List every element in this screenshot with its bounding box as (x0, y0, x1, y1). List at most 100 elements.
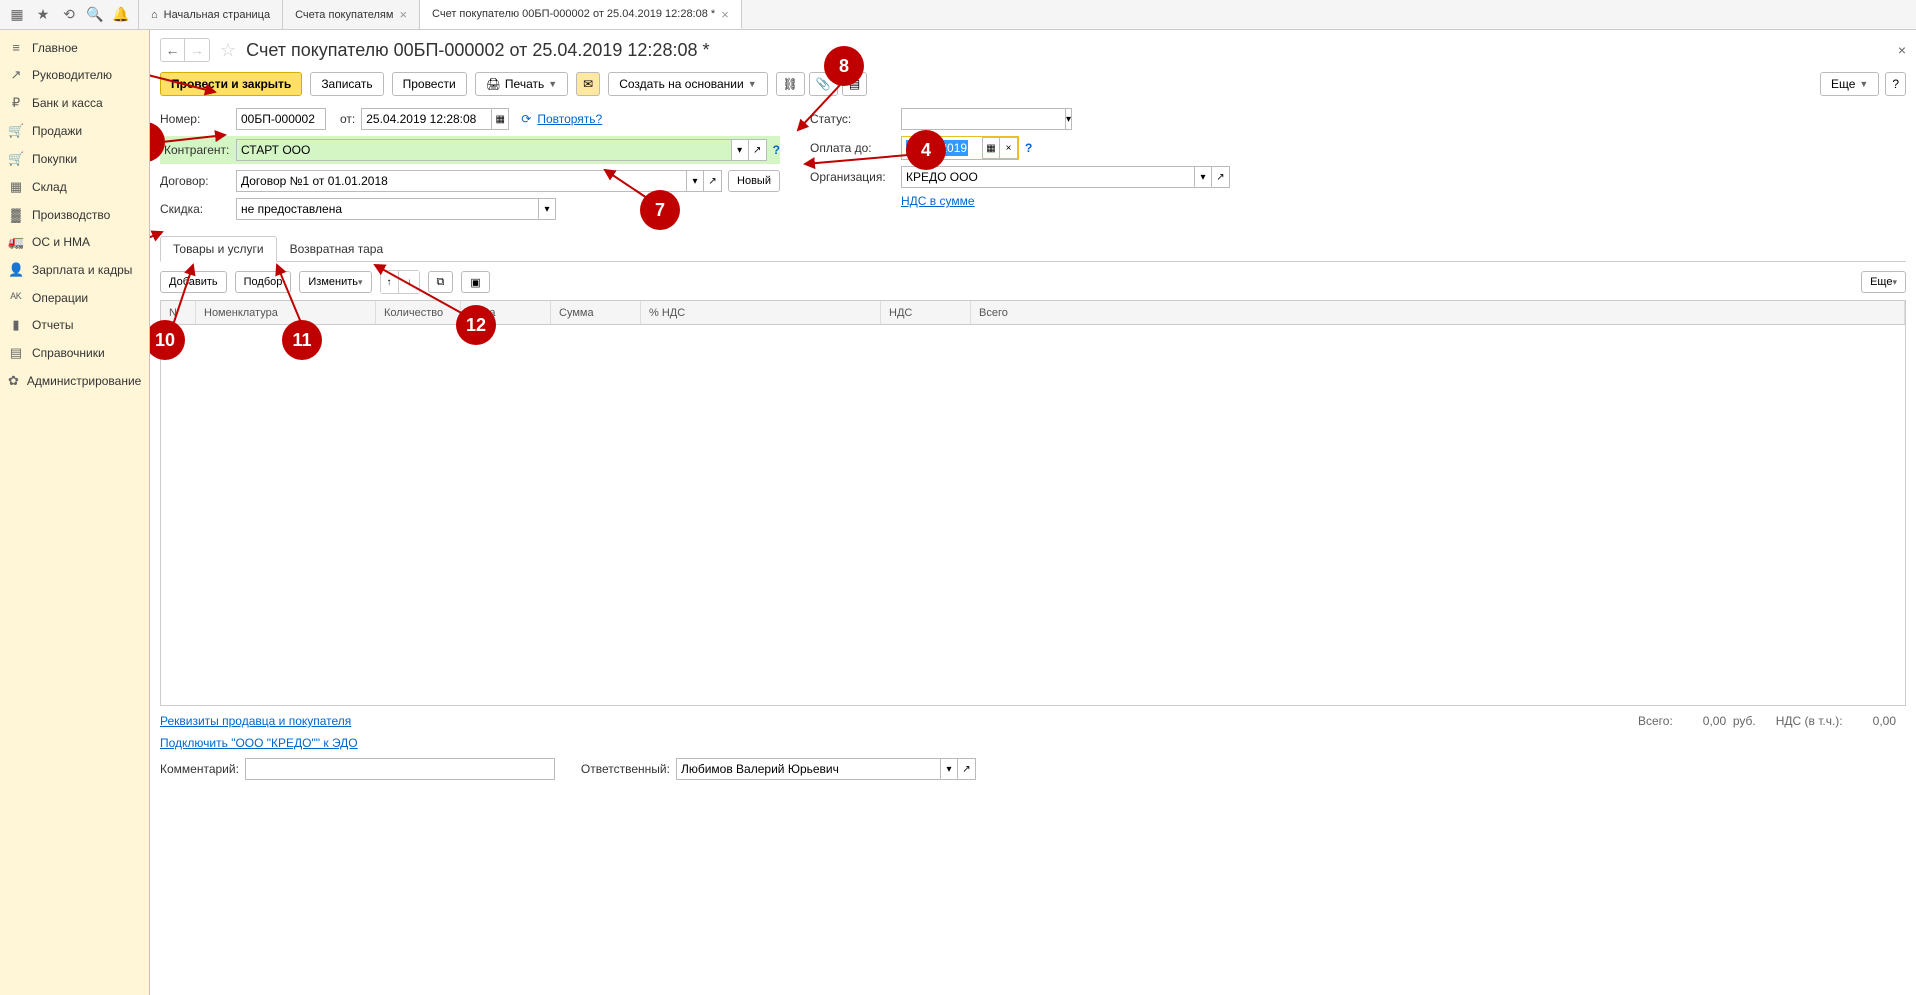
bell-icon[interactable]: 🔔 (108, 2, 134, 28)
table-body[interactable] (161, 325, 1905, 705)
help-button[interactable]: ? (1885, 72, 1906, 96)
responsible-label: Ответственный: (581, 762, 670, 776)
seller-details-link[interactable]: Реквизиты продавца и покупателя (160, 714, 351, 728)
doc-tabs: Товары и услуги Возвратная тара (160, 236, 1906, 262)
open-button[interactable]: ↗ (749, 139, 767, 161)
home-icon: ⌂ (151, 9, 158, 21)
clear-button[interactable]: × (1000, 137, 1018, 159)
sidebar-item-main[interactable]: ≡Главное (0, 34, 149, 61)
cart-icon: 🛒 (8, 123, 24, 139)
open-button[interactable]: ↗ (704, 170, 722, 192)
date-input[interactable] (361, 108, 491, 130)
sidebar-item-sales[interactable]: 🛒Продажи (0, 117, 149, 145)
comment-input[interactable] (245, 758, 555, 780)
top-bar: ▦ ★ ⟲ 🔍 🔔 ⌂ Начальная страница Счета пок… (0, 0, 1916, 30)
calendar-button[interactable]: ▦ (491, 108, 509, 130)
open-button[interactable]: ↗ (1212, 166, 1230, 188)
org-label: Организация: (810, 170, 895, 184)
chevron-down-icon: ▾ (1892, 277, 1897, 288)
from-label: от: (340, 112, 355, 126)
help-icon[interactable]: ? (773, 143, 780, 157)
discount-input[interactable] (236, 198, 538, 220)
tab-goods[interactable]: Товары и услуги (160, 236, 277, 262)
favorites-icon[interactable]: ★ (30, 2, 56, 28)
chevron-down-icon: ▼ (1859, 79, 1868, 89)
open-button[interactable]: ↗ (958, 758, 976, 780)
paste-icon: ▣ (470, 276, 480, 289)
new-contract-button[interactable]: Новый (728, 170, 780, 192)
sidebar-label: Операции (32, 291, 88, 305)
tab-label: Счет покупателю 00БП-000002 от 25.04.201… (432, 8, 715, 20)
tab-home[interactable]: ⌂ Начальная страница (138, 0, 283, 29)
sidebar-item-salary[interactable]: 👤Зарплата и кадры (0, 256, 149, 284)
sidebar-item-reports[interactable]: ▮Отчеты (0, 311, 149, 339)
status-input[interactable] (901, 108, 1065, 130)
sidebar-item-operations[interactable]: ᴬᴷОперации (0, 284, 149, 311)
save-button[interactable]: Записать (310, 72, 383, 96)
responsible-input[interactable] (676, 758, 940, 780)
sidebar-item-production[interactable]: ▓Производство (0, 201, 149, 228)
sidebar-item-manager[interactable]: ↗Руководителю (0, 61, 149, 89)
select-button[interactable]: ▾ (1065, 108, 1072, 130)
close-icon: × (1006, 143, 1012, 154)
envelope-icon: ✉ (583, 77, 593, 91)
annotation-marker-12: 12 (456, 305, 496, 345)
select-button[interactable]: ▾ (940, 758, 958, 780)
close-icon[interactable]: × (399, 7, 407, 22)
number-input[interactable] (236, 108, 326, 130)
table-more-button[interactable]: Еще ▾ (1861, 271, 1906, 293)
more-button[interactable]: Еще▼ (1820, 72, 1879, 96)
search-icon[interactable]: 🔍 (82, 2, 108, 28)
repeat-icon: ⟳ (521, 112, 531, 126)
tab-containers[interactable]: Возвратная тара (277, 236, 397, 262)
window-tabs: ⌂ Начальная страница Счета покупателям ×… (138, 0, 742, 29)
sidebar-item-warehouse[interactable]: ▦Склад (0, 173, 149, 201)
calendar-button[interactable]: ▦ (982, 137, 1000, 159)
history-icon[interactable]: ⟲ (56, 2, 82, 28)
select-button[interactable]: ▾ (731, 139, 749, 161)
org-input[interactable] (901, 166, 1194, 188)
truck-icon: 🚛 (8, 234, 24, 250)
person-icon: 👤 (8, 262, 24, 278)
close-icon[interactable]: × (721, 7, 729, 22)
create-based-button[interactable]: Создать на основании▼ (608, 72, 767, 96)
counterparty-input[interactable] (236, 139, 731, 161)
discount-label: Скидка: (160, 202, 230, 216)
repeat-link[interactable]: Повторять? (537, 112, 602, 126)
content-area: ← → ☆ Счет покупателю 00БП-000002 от 25.… (150, 30, 1916, 995)
sidebar-item-admin[interactable]: ✿Администрирование (0, 367, 149, 395)
select-button[interactable]: ▾ (686, 170, 704, 192)
number-label: Номер: (160, 112, 230, 126)
open-icon: ↗ (962, 764, 970, 775)
envelope-button[interactable]: ✉ (576, 72, 600, 96)
chevron-down-icon: ▾ (544, 204, 549, 215)
apps-icon[interactable]: ▦ (4, 2, 30, 28)
help-icon[interactable]: ? (1025, 141, 1032, 155)
back-button[interactable]: ← (161, 39, 185, 61)
print-button[interactable]: 🖨Печать▼ (475, 72, 568, 96)
vat-link[interactable]: НДС в сумме (901, 194, 975, 208)
col-vat-pct[interactable]: % НДС (641, 301, 881, 324)
tab-current-doc[interactable]: Счет покупателю 00БП-000002 от 25.04.201… (420, 0, 742, 29)
sidebar-item-assets[interactable]: 🚛ОС и НМА (0, 228, 149, 256)
sidebar-label: Банк и касса (32, 96, 103, 110)
col-total[interactable]: Всего (971, 301, 1905, 324)
col-sum[interactable]: Сумма (551, 301, 641, 324)
star-icon[interactable]: ☆ (220, 40, 236, 61)
sidebar-item-purchases[interactable]: 🛒Покупки (0, 145, 149, 173)
sidebar-item-catalogs[interactable]: ▤Справочники (0, 339, 149, 367)
items-table: N Номенклатура Количество Цена Сумма % Н… (160, 300, 1906, 706)
tab-invoices[interactable]: Счета покупателям × (283, 0, 420, 29)
chevron-down-icon: ▼ (548, 79, 557, 89)
select-button[interactable]: ▾ (1194, 166, 1212, 188)
sidebar-item-bank[interactable]: ₽Банк и касса (0, 89, 149, 117)
post-button[interactable]: Провести (392, 72, 467, 96)
col-vat[interactable]: НДС (881, 301, 971, 324)
annotation-marker-11: 11 (282, 320, 322, 360)
forward-button[interactable]: → (185, 39, 209, 61)
vat-total-label: НДС (в т.ч.): (1776, 714, 1843, 728)
edo-link[interactable]: Подключить "ООО "КРЕДО"" к ЭДО (160, 736, 358, 750)
chevron-down-icon: ▼ (748, 79, 757, 89)
select-button[interactable]: ▾ (538, 198, 556, 220)
close-doc-icon[interactable]: × (1898, 42, 1906, 58)
